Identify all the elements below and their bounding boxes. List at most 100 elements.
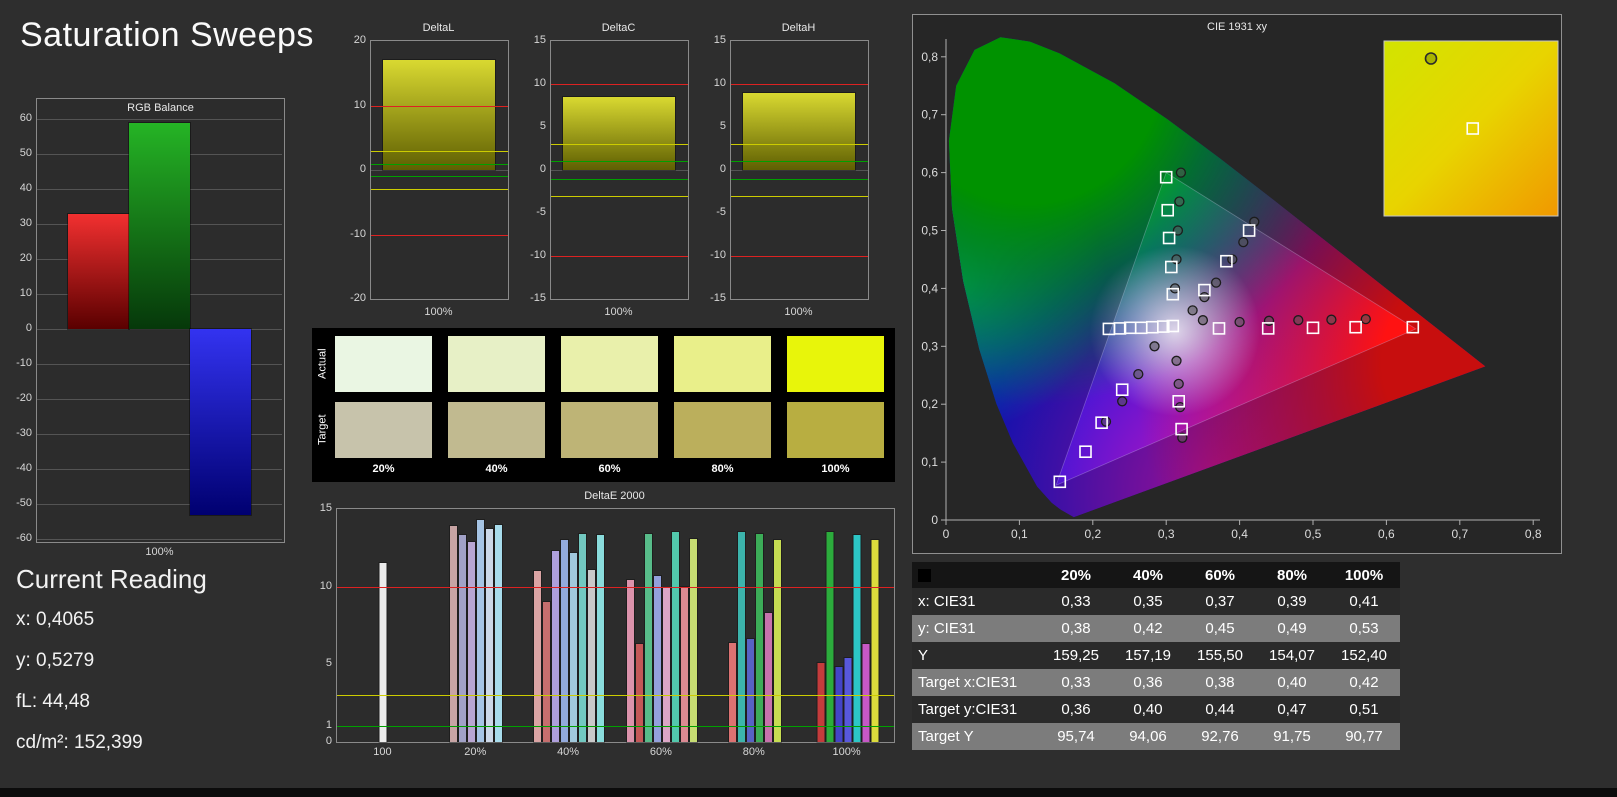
table-row: y: CIE31 0,38 0,42 0,45 0,49 0,53 <box>912 615 1400 642</box>
y-tick-label: 0 <box>359 163 366 175</box>
bar <box>596 534 606 743</box>
target-point <box>1234 316 1245 328</box>
cell-value: 95,74 <box>1057 728 1095 745</box>
chart-title: RGB Balance <box>127 102 194 114</box>
reading-cdm2: cd/m²: 152,399 <box>16 732 143 753</box>
reference-line <box>551 178 688 180</box>
chart-title: DeltaH <box>781 22 816 34</box>
bar <box>679 585 689 744</box>
row-label: y: CIE31 <box>918 620 976 637</box>
y-tick-label: 15 <box>713 34 726 46</box>
cell-value: 0,40 <box>1133 701 1163 718</box>
chart-box <box>730 40 869 300</box>
column-header: 40% <box>1132 566 1164 584</box>
reading-x: x: 0,4065 <box>16 609 95 630</box>
reference-line <box>731 256 868 257</box>
bar <box>834 666 844 743</box>
corner-cell <box>912 568 1040 582</box>
target-point <box>1117 396 1128 407</box>
cell-value: 0,36 <box>1133 674 1163 691</box>
bar <box>763 612 773 743</box>
y-tick-label: -10 <box>16 357 32 369</box>
target-point <box>1326 314 1337 325</box>
x-tick-label: 0 <box>943 527 950 541</box>
rgb-bar-green <box>128 121 191 330</box>
target-swatch <box>448 402 545 458</box>
actual-swatch <box>448 336 545 392</box>
bar-group <box>727 531 782 744</box>
x-axis-label: 100% <box>145 546 174 558</box>
x-tick-label: 0,4 <box>1231 527 1248 541</box>
y-tick-label: 10 <box>533 77 546 89</box>
cell-value: 0,38 <box>1061 620 1091 637</box>
bar <box>870 539 880 743</box>
cell-value: 0,53 <box>1349 620 1379 637</box>
cell-value: 0,33 <box>1061 674 1091 691</box>
y-tick-label: 0 <box>325 735 332 747</box>
target-point <box>1174 196 1185 207</box>
bar <box>560 539 570 743</box>
bar <box>688 537 698 744</box>
delta-bar <box>562 95 676 171</box>
y-tick-label: -40 <box>16 462 32 474</box>
deltal-chart: DeltaL 20 10 0 -10 -20 100% <box>342 22 514 332</box>
rgb-bar-red <box>67 212 130 330</box>
target-point <box>1210 277 1222 288</box>
reference-line <box>337 695 894 697</box>
cell-value: 157,19 <box>1125 647 1171 664</box>
cie-zoom-inset <box>1383 40 1559 217</box>
y-tick-label: -15 <box>530 292 546 304</box>
current-reading-title: Current Reading <box>16 564 207 594</box>
cell-value: 0,37 <box>1205 593 1235 610</box>
table-header-row: 20% 40% 60% 80% 100% <box>912 562 1400 588</box>
y-tick-label: 0,8 <box>921 50 938 64</box>
target-point <box>1100 416 1112 427</box>
y-tick-label: 5 <box>325 657 332 670</box>
y-tick-label: 0 <box>719 163 726 175</box>
cell-value: 152,40 <box>1341 647 1387 664</box>
page-title: Saturation Sweeps <box>20 16 314 54</box>
swatch-column-label: 80% <box>711 463 734 475</box>
reference-line <box>551 256 688 257</box>
y-tick-label: 10 <box>713 77 726 89</box>
cell-value: 90,77 <box>1345 728 1383 745</box>
y-tick-label: -10 <box>530 249 546 261</box>
zero-line <box>731 170 868 171</box>
bar <box>670 531 680 743</box>
bar <box>485 528 495 743</box>
row-label: Y <box>918 647 929 664</box>
bar <box>816 661 826 744</box>
cell-value: 0,49 <box>1277 620 1307 637</box>
target-point <box>1263 315 1275 326</box>
zero-line <box>551 170 688 171</box>
actual-swatch <box>561 336 658 392</box>
cell-value: 0,35 <box>1133 593 1163 610</box>
chart-box <box>550 40 689 300</box>
y-tick-label: 0,4 <box>921 281 938 295</box>
y-tick-label: 5 <box>539 120 546 132</box>
column-header: 20% <box>1060 566 1092 584</box>
reference-line <box>337 586 894 588</box>
cell-value: 0,36 <box>1061 701 1091 718</box>
y-tick-label: -30 <box>16 427 32 439</box>
cell-value: 0,42 <box>1349 674 1379 691</box>
y-tick-label: -10 <box>350 227 366 240</box>
y-tick-label: 40 <box>19 182 32 194</box>
bar <box>652 574 662 744</box>
reference-line <box>371 163 508 165</box>
reference-line <box>731 178 868 180</box>
cell-value: 94,06 <box>1129 728 1167 745</box>
swatch-row-label: Actual <box>316 348 329 380</box>
x-axis-label: 40% <box>557 746 580 758</box>
cie-chart-title: CIE 1931 xy <box>1207 21 1267 33</box>
target-swatch <box>335 402 432 458</box>
bar <box>458 534 468 743</box>
reference-line <box>371 150 508 152</box>
y-tick-label: 15 <box>319 502 332 514</box>
y-tick-label: -10 <box>710 249 726 261</box>
bottom-edge-bar <box>0 788 1617 797</box>
deltah-chart: DeltaH 15 10 5 0 -5 -10 -15 100% <box>702 22 874 332</box>
bar <box>643 532 653 744</box>
x-tick-label: 0,7 <box>1451 527 1468 541</box>
y-tick-label: 0,5 <box>921 224 938 238</box>
